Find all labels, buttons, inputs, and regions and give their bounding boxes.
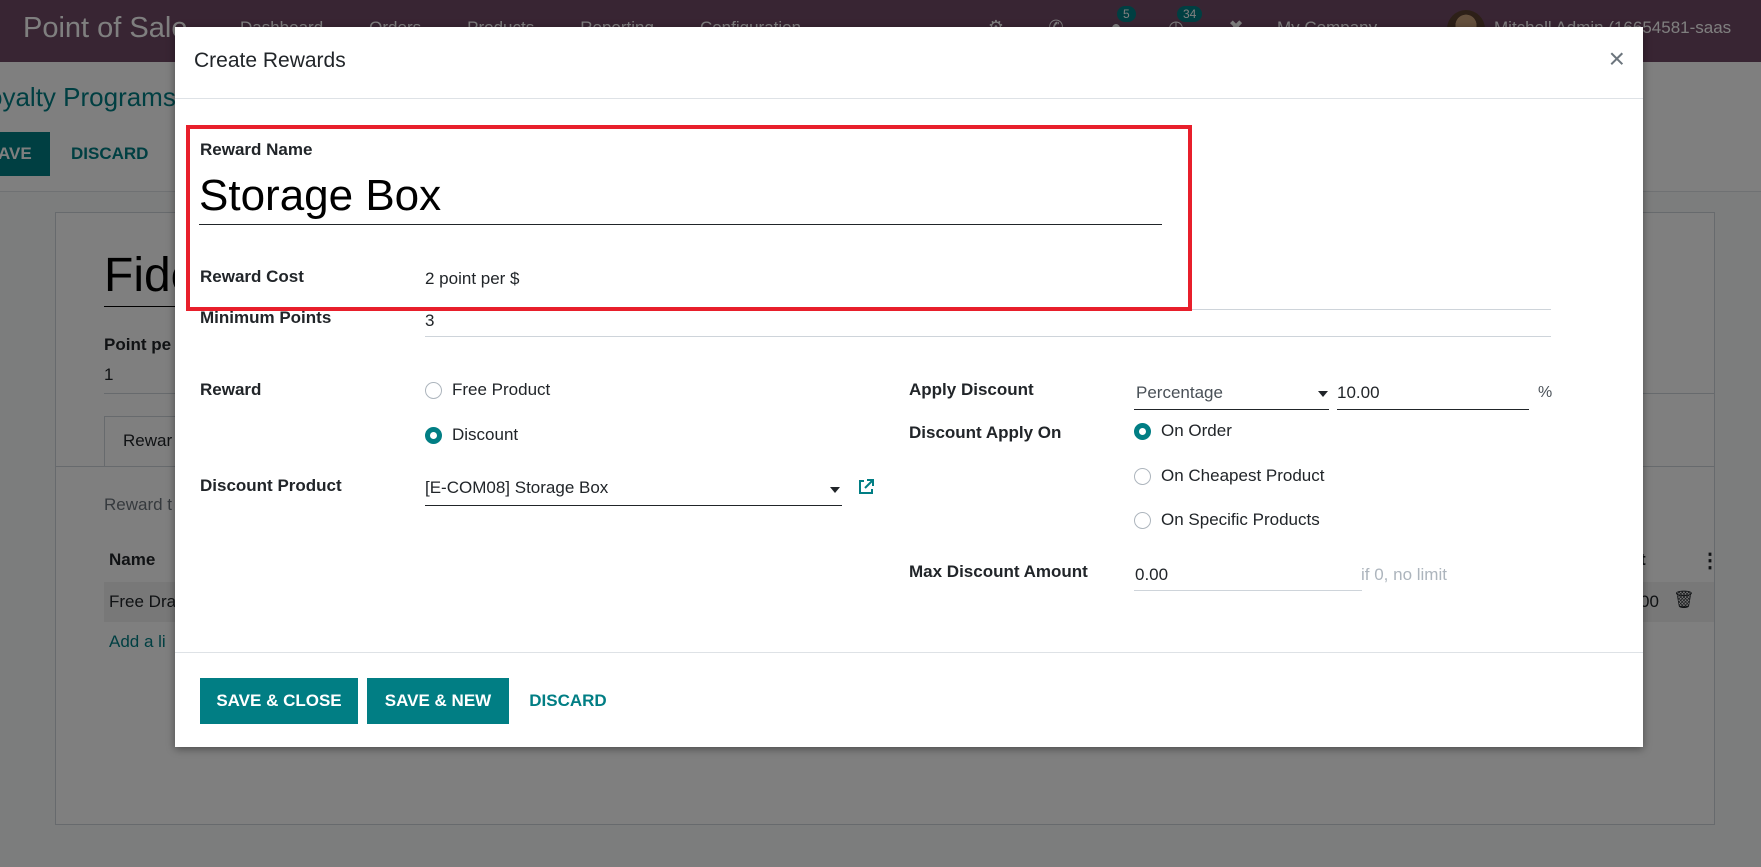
max-discount-input[interactable]: 0.00 — [1135, 565, 1168, 585]
radio-on-specific-products[interactable]: On Specific Products — [1134, 510, 1320, 530]
modal-header: Create Rewards × — [175, 27, 1643, 99]
radio-on-cheapest-product-circle[interactable] — [1134, 467, 1151, 485]
discard-button[interactable]: DISCARD — [523, 678, 613, 724]
radio-free-product[interactable]: Free Product — [425, 380, 550, 400]
max-discount-hint: if 0, no limit — [1361, 565, 1447, 584]
minimum-points-label: Minimum Points — [200, 308, 332, 327]
radio-free-product-label: Free Product — [452, 380, 551, 399]
discount-product-underline — [425, 505, 842, 506]
apply-discount-label: Apply Discount — [909, 380, 1034, 399]
max-discount-label: Max Discount Amount — [909, 562, 1088, 581]
external-link-icon[interactable] — [856, 477, 876, 497]
apply-discount-value-underline — [1337, 409, 1529, 410]
radio-on-cheapest-product[interactable]: On Cheapest Product — [1134, 466, 1324, 486]
max-discount-underline — [1134, 590, 1362, 591]
minimum-points-input[interactable]: 3 — [425, 311, 434, 331]
reward-cost-label: Reward Cost — [200, 267, 304, 286]
save-close-button[interactable]: SAVE & CLOSE — [200, 678, 358, 724]
radio-on-order[interactable]: On Order — [1134, 421, 1232, 441]
radio-discount-label: Discount — [452, 425, 519, 444]
reward-name-label: Reward Name — [200, 140, 313, 159]
radio-free-product-circle[interactable] — [425, 381, 442, 399]
modal-footer: SAVE & CLOSE SAVE & NEW DISCARD — [175, 652, 1643, 747]
radio-on-order-circle[interactable] — [1134, 422, 1151, 440]
reward-cost-underline — [425, 309, 1551, 310]
minimum-points-underline — [425, 336, 1551, 337]
apply-discount-value-input[interactable]: 10.00 — [1337, 383, 1380, 403]
radio-discount-circle[interactable] — [425, 426, 442, 444]
close-icon[interactable]: × — [1609, 45, 1625, 73]
chevron-down-icon[interactable] — [830, 487, 840, 493]
reward-label: Reward — [200, 380, 262, 399]
radio-on-specific-products-label: On Specific Products — [1161, 510, 1320, 529]
modal-title: Create Rewards — [194, 49, 346, 72]
apply-discount-caret-icon[interactable] — [1318, 391, 1328, 397]
save-new-button[interactable]: SAVE & NEW — [367, 678, 509, 724]
apply-discount-type-select[interactable]: Percentage — [1136, 383, 1223, 403]
reward-cost-value[interactable]: 2 point per $ — [425, 269, 520, 289]
discount-apply-on-label: Discount Apply On — [909, 423, 1062, 442]
radio-on-cheapest-product-label: On Cheapest Product — [1161, 466, 1325, 485]
reward-name-input[interactable] — [199, 167, 1162, 225]
apply-discount-type-underline — [1134, 409, 1329, 410]
radio-on-specific-products-circle[interactable] — [1134, 511, 1151, 529]
create-rewards-dialog: Create Rewards × Reward Name Reward Cost… — [175, 27, 1643, 747]
radio-on-order-label: On Order — [1161, 421, 1232, 440]
discount-product-input[interactable]: [E-COM08] Storage Box — [425, 478, 608, 498]
percent-unit: % — [1538, 384, 1553, 401]
radio-discount[interactable]: Discount — [425, 425, 518, 445]
discount-product-label: Discount Product — [200, 476, 342, 495]
